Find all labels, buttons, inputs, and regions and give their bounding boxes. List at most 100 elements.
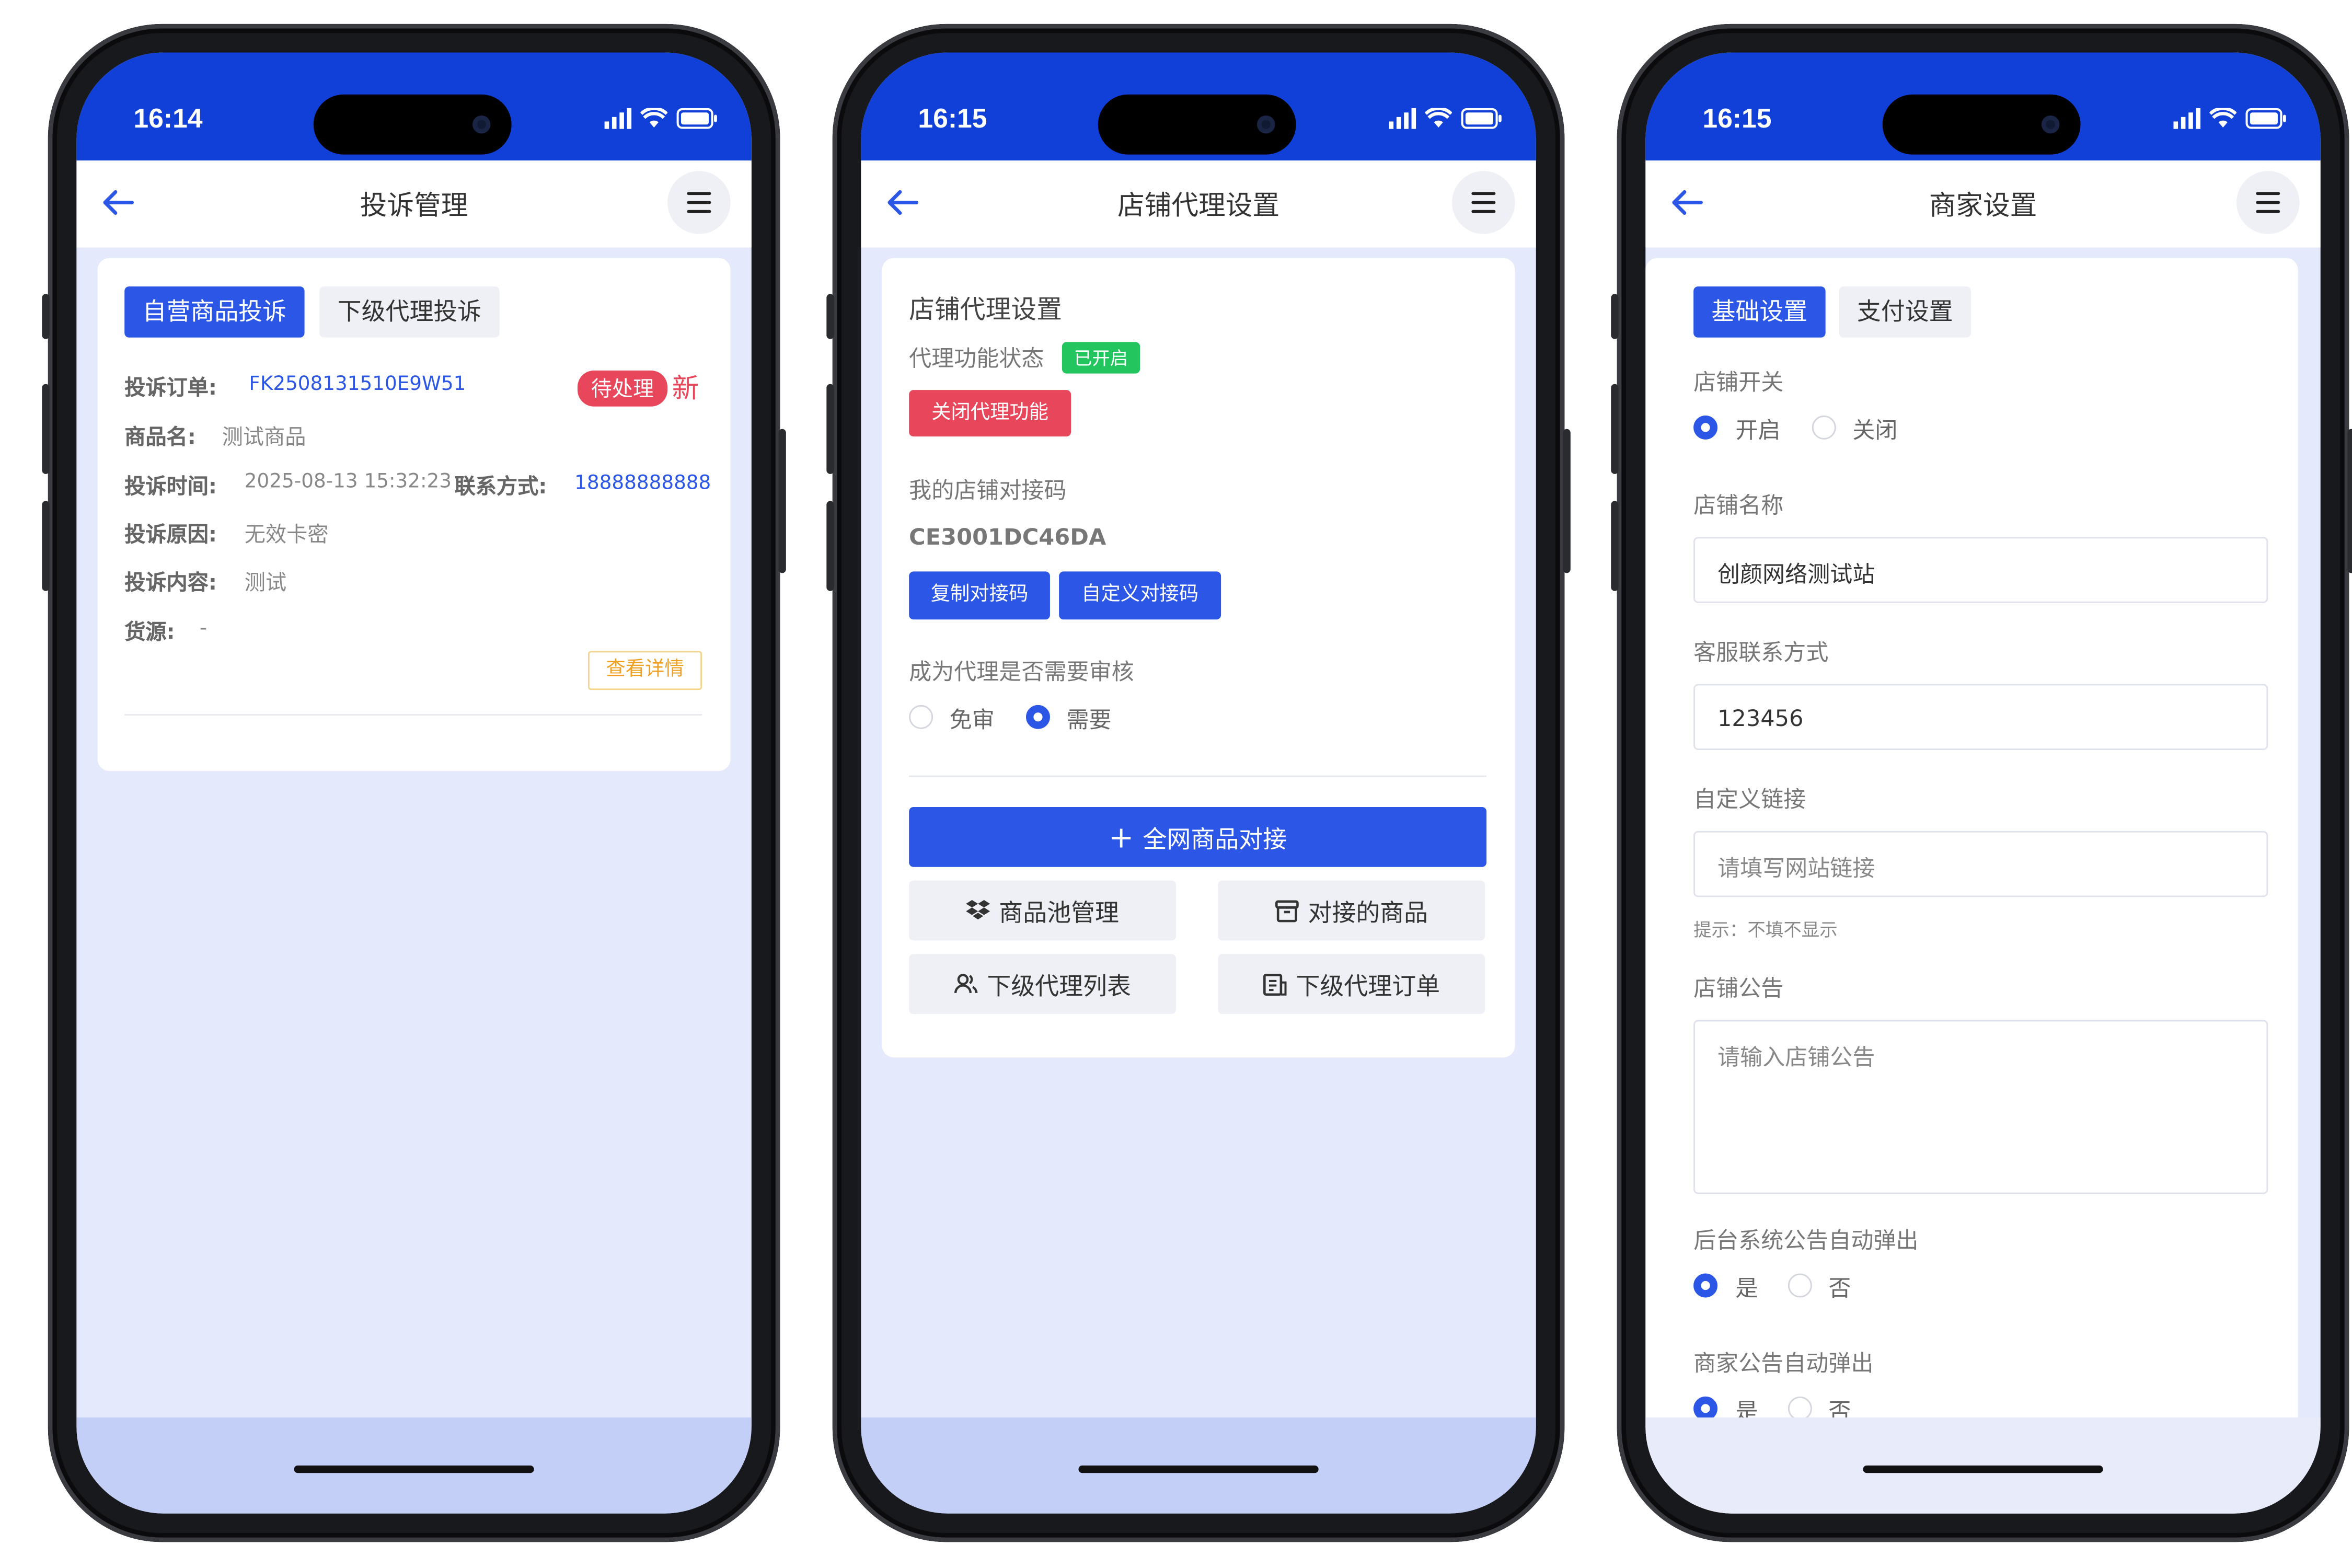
status-label: 代理功能状态	[909, 345, 1044, 372]
home-area	[76, 1417, 752, 1514]
mute-switch	[826, 294, 834, 339]
view-detail-button[interactable]: 查看详情	[588, 651, 702, 690]
custom-link-label: 自定义链接	[1693, 786, 1806, 813]
system-notice-popup-no-radio[interactable]	[1788, 1273, 1812, 1298]
screen: 16:15 店铺代理设置 店铺代理设置 代理功能状态 已开启 关闭代理功能 我的…	[861, 52, 1536, 1514]
dropbox-icon	[966, 900, 990, 920]
menu-button[interactable]	[2236, 171, 2300, 234]
merchant-notice-popup-label: 商家公告自动弹出	[1693, 1350, 1874, 1377]
merchant-notice-popup-no-radio[interactable]	[1788, 1396, 1812, 1421]
home-indicator[interactable]	[1078, 1465, 1319, 1473]
tab-payment-settings[interactable]: 支付设置	[1839, 286, 1971, 338]
phone-complaint-management: 16:14 投诉管理 自营商品投诉 下级代理投诉 投诉订单: FK2508131…	[42, 24, 786, 1542]
tab-self-operated-complaints[interactable]: 自营商品投诉	[124, 286, 305, 338]
sub-agent-orders-button[interactable]: 下级代理订单	[1218, 954, 1485, 1014]
battery-icon	[676, 108, 717, 129]
store-switch-on-label[interactable]: 开启	[1735, 414, 1780, 445]
order-number[interactable]: FK2508131510E9W51	[249, 374, 466, 396]
system-notice-popup-yes-radio[interactable]	[1693, 1273, 1718, 1298]
status-badge: 待处理	[577, 370, 668, 407]
service-contact-input[interactable]: 123456	[1693, 684, 2268, 750]
archive-box-icon	[1275, 900, 1299, 921]
home-indicator[interactable]	[294, 1465, 534, 1473]
home-indicator[interactable]	[1863, 1465, 2103, 1473]
store-notice-textarea[interactable]: 请输入店铺公告	[1693, 1020, 2268, 1194]
home-area	[861, 1417, 1536, 1514]
agent-settings-card: 店铺代理设置 代理功能状态 已开启 关闭代理功能 我的店铺对接码 CE3001D…	[882, 258, 1515, 1058]
connected-products-button[interactable]: 对接的商品	[1218, 880, 1485, 941]
store-switch-off-label[interactable]: 关闭	[1852, 414, 1897, 445]
code-label: 我的店铺对接码	[909, 477, 1067, 504]
status-badge: 已开启	[1062, 342, 1140, 374]
page-title: 店铺代理设置	[1117, 190, 1280, 222]
plus-icon: +	[1109, 818, 1134, 855]
wifi-icon	[1425, 108, 1452, 128]
review-option-required-radio[interactable]	[1026, 705, 1050, 729]
status-time: 16:15	[1702, 103, 1772, 134]
status-icons	[2173, 107, 2287, 131]
all-network-products-label: 全网商品对接	[1143, 825, 1287, 854]
wifi-icon	[640, 108, 668, 128]
store-switch-off-radio[interactable]	[1812, 415, 1836, 440]
tab-basic-settings[interactable]: 基础设置	[1693, 286, 1826, 338]
code-value: CE3001DC46DA	[909, 523, 1106, 551]
store-notice-placeholder: 请输入店铺公告	[1717, 1044, 1875, 1071]
power-button	[1563, 429, 1571, 573]
dynamic-island	[313, 94, 512, 155]
page-title: 商家设置	[1929, 190, 2037, 222]
review-label: 成为代理是否需要审核	[909, 658, 1134, 686]
store-name-input[interactable]: 创颜网络测试站	[1693, 537, 2268, 603]
users-icon	[954, 974, 978, 994]
menu-button[interactable]	[667, 171, 731, 234]
custom-link-placeholder: 请填写网站链接	[1717, 855, 1875, 882]
screen: 16:15 商家设置 基础设置 支付设置 店铺开关 开启 关闭 店铺名称 创颜网…	[1645, 52, 2321, 1514]
volume-down-button	[42, 501, 50, 591]
tab-sub-agent-complaints[interactable]: 下级代理投诉	[319, 286, 500, 338]
product-pool-button[interactable]: 商品池管理	[909, 880, 1177, 941]
home-area	[1645, 1417, 2321, 1514]
system-notice-popup-no-label[interactable]: 否	[1828, 1272, 1851, 1304]
reason-value: 无效卡密	[244, 523, 329, 548]
signal-icon	[1389, 108, 1416, 129]
store-name-label: 店铺名称	[1693, 492, 1784, 519]
close-agent-button[interactable]: 关闭代理功能	[909, 390, 1071, 437]
page-title: 投诉管理	[360, 190, 468, 222]
all-network-products-button[interactable]: + 全网商品对接	[909, 807, 1487, 867]
status-bar: 16:15	[861, 52, 1536, 161]
status-bar: 16:14	[76, 52, 752, 161]
complaint-card: 自营商品投诉 下级代理投诉 投诉订单: FK2508131510E9W51 待处…	[97, 258, 731, 771]
system-notice-popup-yes-label[interactable]: 是	[1735, 1272, 1758, 1304]
review-option-exempt-label[interactable]: 免审	[950, 704, 995, 735]
order-label: 投诉订单:	[124, 376, 217, 401]
review-option-required-label[interactable]: 需要	[1066, 704, 1111, 735]
camera-icon	[2041, 115, 2060, 134]
volume-down-button	[826, 501, 834, 591]
dynamic-island	[1882, 94, 2081, 155]
menu-button[interactable]	[1452, 171, 1515, 234]
sub-agent-list-button[interactable]: 下级代理列表	[909, 954, 1177, 1014]
store-name-value: 创颜网络测试站	[1717, 561, 1875, 589]
review-option-exempt-radio[interactable]	[909, 705, 933, 729]
camera-icon	[1256, 115, 1275, 134]
custom-link-hint: 提示：不填不显示	[1693, 919, 1838, 941]
mute-switch	[42, 294, 50, 339]
mute-switch	[1611, 294, 1619, 339]
merchant-settings-form: 基础设置 支付设置 店铺开关 开启 关闭 店铺名称 创颜网络测试站 客服联系方式…	[1645, 258, 2298, 1514]
nav-bar: 商家设置	[1645, 160, 2321, 248]
signal-icon	[604, 108, 632, 129]
copy-code-button[interactable]: 复制对接码	[909, 571, 1050, 620]
status-icons	[604, 107, 719, 131]
system-notice-popup-label: 后台系统公告自动弹出	[1693, 1227, 1919, 1254]
merchant-notice-popup-yes-radio[interactable]	[1693, 1396, 1718, 1421]
custom-code-button[interactable]: 自定义对接码	[1059, 571, 1221, 620]
volume-up-button	[826, 384, 834, 474]
custom-link-input[interactable]: 请填写网站链接	[1693, 831, 2268, 897]
product-value: 测试商品	[222, 426, 306, 450]
contact-value[interactable]: 18888888888	[574, 472, 711, 495]
reason-label: 投诉原因:	[124, 523, 217, 548]
camera-icon	[472, 115, 491, 134]
sub-agent-list-label: 下级代理列表	[987, 972, 1131, 1001]
status-bar: 16:15	[1645, 52, 2321, 161]
store-switch-on-radio[interactable]	[1693, 415, 1718, 440]
time-label: 投诉时间:	[124, 475, 217, 500]
